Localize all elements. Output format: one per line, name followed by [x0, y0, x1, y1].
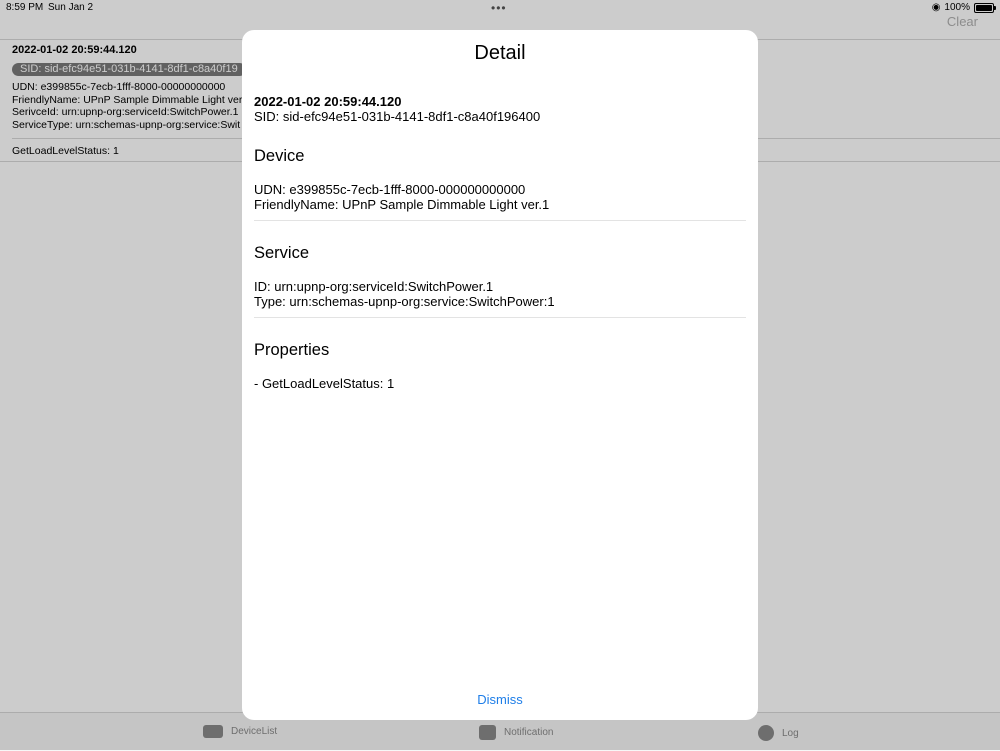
- detail-sid: SID: sid-efc94e51-031b-4141-8df1-c8a40f1…: [254, 109, 541, 124]
- divider: [254, 317, 746, 318]
- divider: [254, 220, 746, 221]
- service-section-title: Service: [254, 244, 310, 262]
- device-udn: UDN: e399855c-7ecb-1fff-8000-00000000000…: [254, 182, 526, 197]
- service-type: Type: urn:schemas-upnp-org:service:Switc…: [254, 294, 555, 309]
- detail-content: 2022-01-02 20:59:44.120 SID: sid-efc94e5…: [254, 94, 746, 391]
- sheet-title: Detail: [474, 42, 526, 64]
- device-section-title: Device: [254, 147, 305, 165]
- device-friendly-name: FriendlyName: UPnP Sample Dimmable Light…: [254, 197, 550, 212]
- detail-timestamp: 2022-01-02 20:59:44.120: [254, 94, 402, 109]
- properties-section-title: Properties: [254, 341, 330, 359]
- service-id: ID: urn:upnp-org:serviceId:SwitchPower.1: [254, 279, 494, 294]
- detail-sheet: Detail 2022-01-02 20:59:44.120 SID: sid-…: [242, 30, 758, 720]
- property-item: - GetLoadLevelStatus: 1: [254, 376, 395, 391]
- dismiss-button[interactable]: Dismiss: [242, 692, 758, 707]
